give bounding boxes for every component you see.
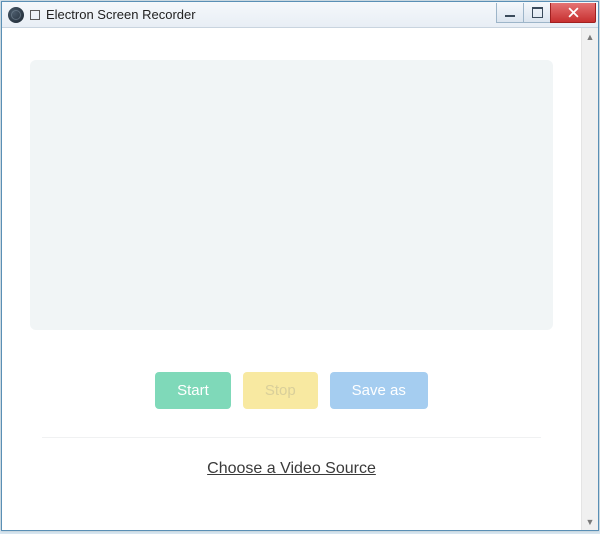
save-as-button[interactable]: Save as (330, 372, 428, 409)
close-icon (568, 7, 579, 18)
start-button[interactable]: Start (155, 372, 231, 409)
app-window: Electron Screen Recorder Start Stop Save… (1, 1, 599, 531)
source-row: Choose a Video Source (2, 460, 581, 478)
vertical-scrollbar[interactable]: ▲ ▼ (581, 28, 598, 530)
close-button[interactable] (550, 3, 596, 23)
window-title: Electron Screen Recorder (46, 7, 196, 22)
stop-button[interactable]: Stop (243, 372, 318, 409)
control-buttons-row: Start Stop Save as (2, 372, 581, 409)
choose-source-link[interactable]: Choose a Video Source (207, 460, 376, 478)
maximize-button[interactable] (523, 3, 551, 23)
window-controls (497, 3, 596, 23)
divider (42, 437, 541, 438)
client-area: Start Stop Save as Choose a Video Source… (2, 28, 598, 530)
restore-glyph-icon (30, 10, 40, 20)
video-preview (30, 60, 553, 330)
electron-icon (8, 7, 24, 23)
title-bar[interactable]: Electron Screen Recorder (2, 2, 598, 28)
scroll-up-arrow-icon[interactable]: ▲ (582, 28, 598, 45)
scroll-down-arrow-icon[interactable]: ▼ (582, 513, 598, 530)
content-area: Start Stop Save as Choose a Video Source (2, 28, 581, 530)
minimize-button[interactable] (496, 3, 524, 23)
